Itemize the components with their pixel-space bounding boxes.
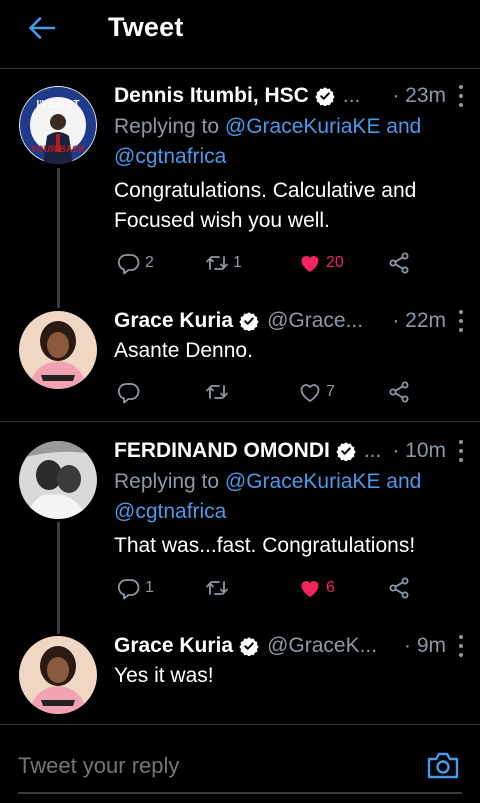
display-name[interactable]: Dennis Itumbi, HSC: [114, 84, 309, 108]
header-divider: [0, 68, 480, 69]
share-icon: [387, 251, 411, 275]
camera-icon: [427, 752, 459, 779]
arrow-left-icon: [29, 17, 56, 39]
user-handle[interactable]: @Grace...: [267, 309, 363, 333]
heart-filled-icon: [298, 576, 322, 600]
reply-icon: [117, 380, 141, 404]
tweet-actions: 7: [114, 377, 424, 407]
tweet-divider: [0, 421, 480, 422]
share-button[interactable]: [387, 377, 411, 407]
reply-divider: [0, 724, 480, 725]
reply-bar: [0, 726, 480, 803]
retweet-button[interactable]: [205, 573, 229, 603]
timestamp: · 23m: [392, 84, 446, 107]
tweet-text: That was...fast. Congratulations!: [114, 534, 416, 557]
timestamp: · 10m: [392, 439, 446, 462]
avatar[interactable]: I'VE GOT YOUR BACK: [19, 86, 97, 164]
reply-underline: [18, 792, 462, 794]
like-button[interactable]: 20: [298, 248, 344, 278]
retweet-icon: [205, 576, 229, 600]
share-button[interactable]: [387, 573, 411, 603]
retweet-count: 1: [233, 254, 242, 271]
tweet-text: Yes it was!: [114, 664, 214, 687]
tweet-header: Dennis Itumbi, HSC ... · 23m: [114, 81, 464, 111]
user-handle[interactable]: @GraceK...: [267, 634, 377, 658]
reply-count: 2: [145, 254, 154, 271]
avatar[interactable]: [19, 636, 97, 714]
retweet-button[interactable]: 1: [205, 248, 242, 278]
tweet-dennis-itumbi[interactable]: I'VE GOT YOUR BACK Dennis Itumbi, HSC ..…: [0, 80, 480, 295]
timestamp: · 22m: [392, 309, 446, 332]
like-count: 20: [326, 254, 344, 271]
tweet-actions: 2 1 20: [114, 248, 424, 278]
share-icon: [387, 380, 411, 404]
reply-icon: [117, 251, 141, 275]
reply-button[interactable]: 1: [117, 573, 154, 603]
tweet-grace-kuria-2[interactable]: Grace Kuria @GraceK... · 9m Yes it was!: [0, 630, 480, 720]
verified-badge-icon: [239, 311, 259, 331]
avatar[interactable]: [19, 441, 97, 519]
verified-badge-icon: [336, 441, 356, 461]
reply-count: 1: [145, 579, 154, 596]
svg-text:YOUR BACK: YOUR BACK: [31, 144, 86, 154]
reply-button[interactable]: 2: [117, 248, 154, 278]
replying-to-label: Replying to: [114, 115, 220, 138]
verified-badge-icon: [239, 636, 259, 656]
verified-badge-icon: [315, 86, 335, 106]
display-name[interactable]: Grace Kuria: [114, 634, 233, 658]
share-icon: [387, 576, 411, 600]
page-title: Tweet: [108, 12, 184, 42]
tweet-header: Grace Kuria @Grace... · 22m: [114, 306, 464, 336]
tweet-text: Congratulations. Calculative and Focused…: [114, 179, 417, 232]
camera-button[interactable]: [426, 750, 460, 780]
like-count: 7: [326, 383, 335, 400]
heart-icon: [298, 380, 322, 404]
retweet-icon: [205, 380, 229, 404]
top-bar: Tweet: [0, 0, 480, 62]
tweet-actions: 1 6: [114, 573, 424, 603]
more-options-icon[interactable]: [458, 440, 464, 462]
share-button[interactable]: [387, 248, 411, 278]
tweet-grace-kuria[interactable]: Grace Kuria @Grace... · 22m Asante Denno…: [0, 305, 480, 417]
user-handle[interactable]: ...: [343, 84, 361, 108]
tweet-ferdinand-omondi[interactable]: FERDINAND OMONDI ... · 10m Replying to @…: [0, 435, 480, 610]
more-options-icon[interactable]: [458, 310, 464, 332]
like-button[interactable]: 6: [298, 573, 335, 603]
like-button[interactable]: 7: [298, 377, 335, 407]
timestamp: · 9m: [404, 634, 446, 657]
tweet-header: Grace Kuria @GraceK... · 9m: [114, 631, 464, 661]
replying-to: Replying to @GraceKuriaKE and @cgtnafric…: [114, 467, 460, 527]
reply-button[interactable]: [117, 377, 141, 407]
tweet-text: Asante Denno.: [114, 339, 253, 362]
replying-to: Replying to @GraceKuriaKE and @cgtnafric…: [114, 112, 460, 172]
display-name[interactable]: FERDINAND OMONDI: [114, 439, 330, 463]
avatar[interactable]: [19, 311, 97, 389]
svg-text:I'VE GOT: I'VE GOT: [37, 99, 80, 110]
retweet-icon: [205, 251, 229, 275]
user-handle[interactable]: ...: [364, 439, 382, 463]
back-button[interactable]: [26, 10, 58, 46]
replying-to-label: Replying to: [114, 470, 220, 493]
reply-icon: [117, 576, 141, 600]
reply-input[interactable]: [18, 746, 408, 786]
like-count: 6: [326, 579, 335, 596]
retweet-button[interactable]: [205, 377, 229, 407]
more-options-icon[interactable]: [458, 85, 464, 107]
more-options-icon[interactable]: [458, 635, 464, 657]
tweet-header: FERDINAND OMONDI ... · 10m: [114, 436, 464, 466]
display-name[interactable]: Grace Kuria: [114, 309, 233, 333]
heart-filled-icon: [298, 251, 322, 275]
